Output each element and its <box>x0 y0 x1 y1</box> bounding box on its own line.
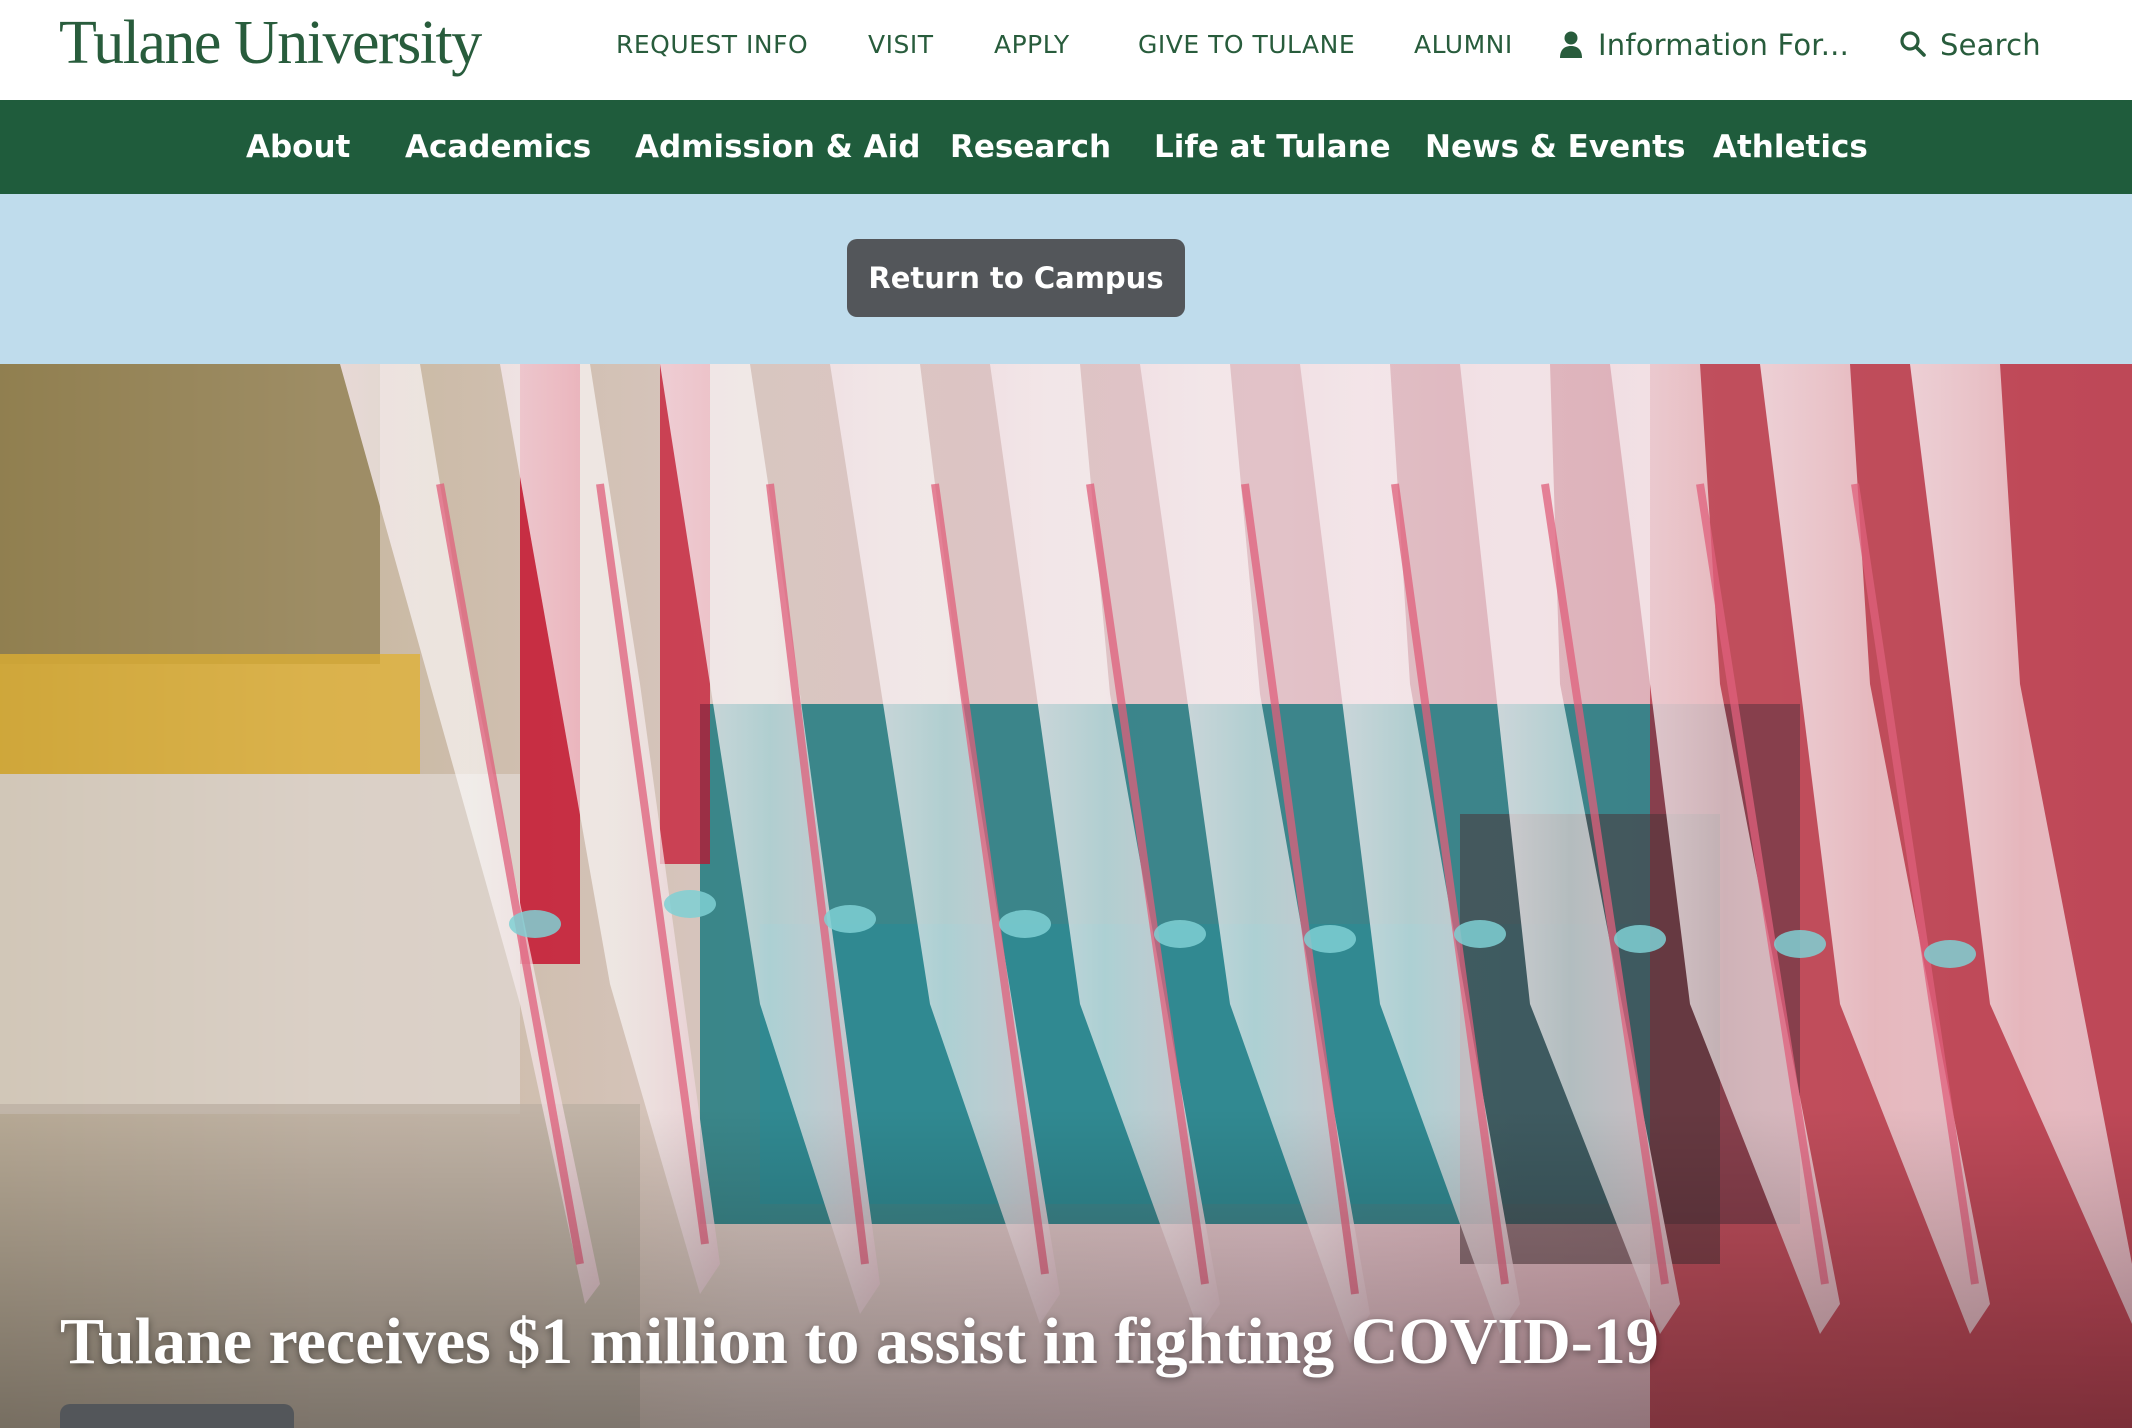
alumni-link[interactable]: ALUMNI <box>1414 28 1513 62</box>
request-info-link[interactable]: REQUEST INFO <box>616 28 808 62</box>
nav-item-research[interactable]: Research <box>950 100 1111 194</box>
utility-bar: Tulane University REQUEST INFO VISIT APP… <box>0 0 2132 100</box>
search-link[interactable]: Search <box>1940 28 2041 62</box>
information-for-dropdown[interactable]: Information For... <box>1598 28 1849 62</box>
apply-link[interactable]: APPLY <box>994 28 1070 62</box>
alert-band: Return to Campus <box>0 194 2132 364</box>
nav-item-athletics[interactable]: Athletics <box>1713 100 1868 194</box>
site-logo[interactable]: Tulane University <box>59 6 482 80</box>
nav-item-news-events[interactable]: News & Events <box>1425 100 1685 194</box>
search-icon[interactable] <box>1898 28 1928 62</box>
main-nav: About Academics Admission & Aid Research… <box>0 100 2132 194</box>
hero: Tulane receives $1 million to assist in … <box>0 364 2132 1428</box>
nav-item-admission-aid[interactable]: Admission & Aid <box>635 100 920 194</box>
nav-item-academics[interactable]: Academics <box>405 100 591 194</box>
give-to-tulane-link[interactable]: GIVE TO TULANE <box>1138 28 1355 62</box>
nav-item-about[interactable]: About <box>246 100 350 194</box>
person-icon <box>1556 28 1586 62</box>
visit-link[interactable]: VISIT <box>868 28 934 62</box>
return-to-campus-button[interactable]: Return to Campus <box>847 239 1185 317</box>
hero-headline[interactable]: Tulane receives $1 million to assist in … <box>60 1302 1659 1382</box>
hero-read-more-button[interactable] <box>60 1404 294 1428</box>
hero-image <box>0 364 2132 1428</box>
nav-item-life-at-tulane[interactable]: Life at Tulane <box>1154 100 1391 194</box>
